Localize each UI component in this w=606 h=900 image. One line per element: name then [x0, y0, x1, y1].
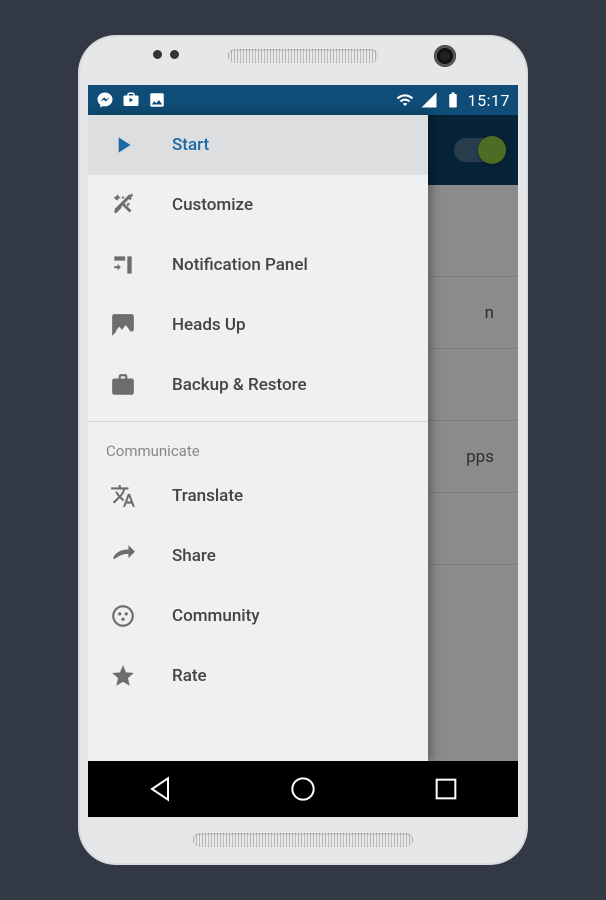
drawer-item-backup-restore[interactable]: Backup & Restore [88, 355, 428, 415]
drawer-section-header: Communicate [88, 428, 428, 466]
playstore-icon [122, 91, 140, 109]
share-icon [110, 543, 136, 569]
drawer-item-notification-panel[interactable]: Notification Panel [88, 235, 428, 295]
drawer-item-customize[interactable]: Customize [88, 175, 428, 235]
drawer-item-share[interactable]: Share [88, 526, 428, 586]
translate-icon [110, 483, 136, 509]
drawer-item-label: Notification Panel [172, 255, 308, 275]
drawer-item-label: Backup & Restore [172, 375, 307, 395]
community-icon [110, 603, 136, 629]
drawer-item-community[interactable]: Community [88, 586, 428, 646]
drawer-item-label: Community [172, 606, 260, 626]
play-icon [110, 132, 136, 158]
drawer-item-label: Start [172, 135, 209, 155]
android-navbar [88, 761, 518, 817]
drawer-item-label: Rate [172, 666, 207, 686]
battery-icon [444, 91, 462, 109]
drawer-item-label: Translate [172, 486, 243, 506]
messenger-icon [96, 91, 114, 109]
screen: 15:17 npps StartCustomizeNotification Pa… [88, 85, 518, 817]
app-content: npps StartCustomizeNotification PanelHea… [88, 115, 518, 761]
status-time: 15:17 [468, 91, 510, 110]
drawer-item-start[interactable]: Start [88, 115, 428, 175]
signal-icon [420, 91, 438, 109]
image-notification-icon [148, 91, 166, 109]
drawer-item-heads-up[interactable]: Heads Up [88, 295, 428, 355]
message-icon [110, 312, 136, 338]
drawer-item-translate[interactable]: Translate [88, 466, 428, 526]
drawer-item-rate[interactable]: Rate [88, 646, 428, 706]
drawer-divider [88, 421, 428, 422]
status-bar: 15:17 [88, 85, 518, 115]
panel-icon [110, 252, 136, 278]
phone-frame: 15:17 npps StartCustomizeNotification Pa… [78, 35, 528, 865]
drawer-item-label: Share [172, 546, 216, 566]
wand-icon [110, 192, 136, 218]
briefcase-icon [110, 372, 136, 398]
navigation-drawer: Start Customize Notification Panel Heads Up… [88, 115, 428, 761]
nav-home-button[interactable] [287, 773, 319, 805]
nav-back-button[interactable] [144, 773, 176, 805]
nav-recent-button[interactable] [430, 773, 462, 805]
drawer-item-label: Customize [172, 195, 253, 215]
drawer-item-label: Heads Up [172, 315, 246, 335]
star-icon [110, 663, 136, 689]
wifi-icon [396, 91, 414, 109]
